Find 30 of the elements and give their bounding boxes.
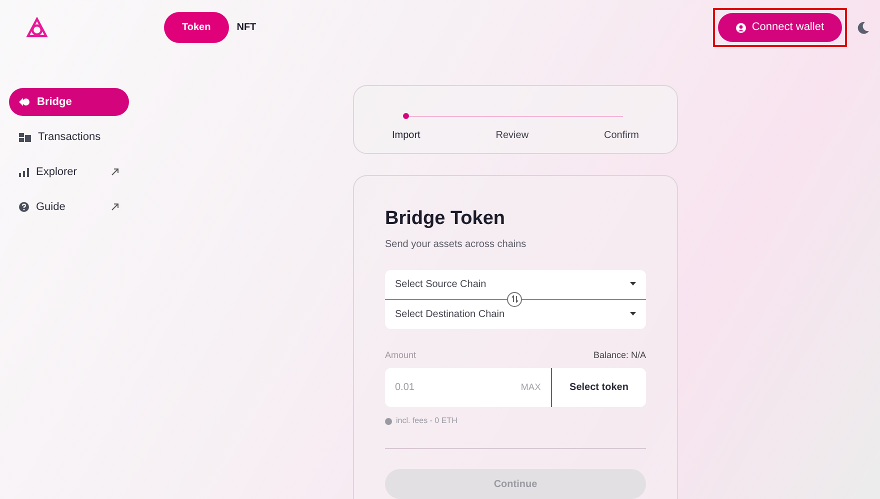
- caret-icon: [630, 282, 636, 286]
- destination-chain-select[interactable]: Select Destination Chain: [385, 300, 646, 328]
- card-subtitle: Send your assets across chains: [385, 238, 528, 252]
- caret-icon: [630, 312, 636, 316]
- step-label: Confirm: [604, 129, 639, 143]
- sidebar-item[interactable]: Transactions: [9, 123, 129, 151]
- sidebar-item[interactable]: Explorer: [9, 158, 129, 186]
- source-chain-select[interactable]: Select Source Chain: [385, 270, 646, 298]
- connect-wallet-button[interactable]: Connect wallet: [718, 13, 842, 42]
- logo-icon[interactable]: [25, 16, 49, 38]
- blocks-icon: [19, 132, 31, 142]
- swap-button[interactable]: [507, 292, 522, 306]
- bar-chart-icon: [19, 168, 29, 176]
- card-title: Bridge Token: [385, 206, 506, 230]
- balance-text: Balance: N/A: [593, 348, 646, 362]
- amount-label: Amount: [385, 348, 416, 362]
- sidebar-item[interactable]: Bridge: [9, 88, 129, 116]
- help-icon: [19, 202, 29, 212]
- moon-icon[interactable]: [856, 20, 870, 34]
- sidebar-item[interactable]: Guide: [9, 193, 129, 221]
- nav-tab[interactable]: NFT: [232, 12, 256, 43]
- step-label: Review: [496, 129, 529, 143]
- nav-tab[interactable]: Token: [164, 12, 229, 43]
- step-label: Import: [392, 129, 420, 143]
- select-token-button[interactable]: Select token: [552, 368, 646, 407]
- info-icon: [385, 418, 392, 424]
- swap-icon: [510, 295, 518, 303]
- fees-text: incl. fees - 0 ETH: [396, 415, 458, 427]
- bridge-icon: [19, 98, 30, 106]
- user-icon: [736, 22, 746, 32]
